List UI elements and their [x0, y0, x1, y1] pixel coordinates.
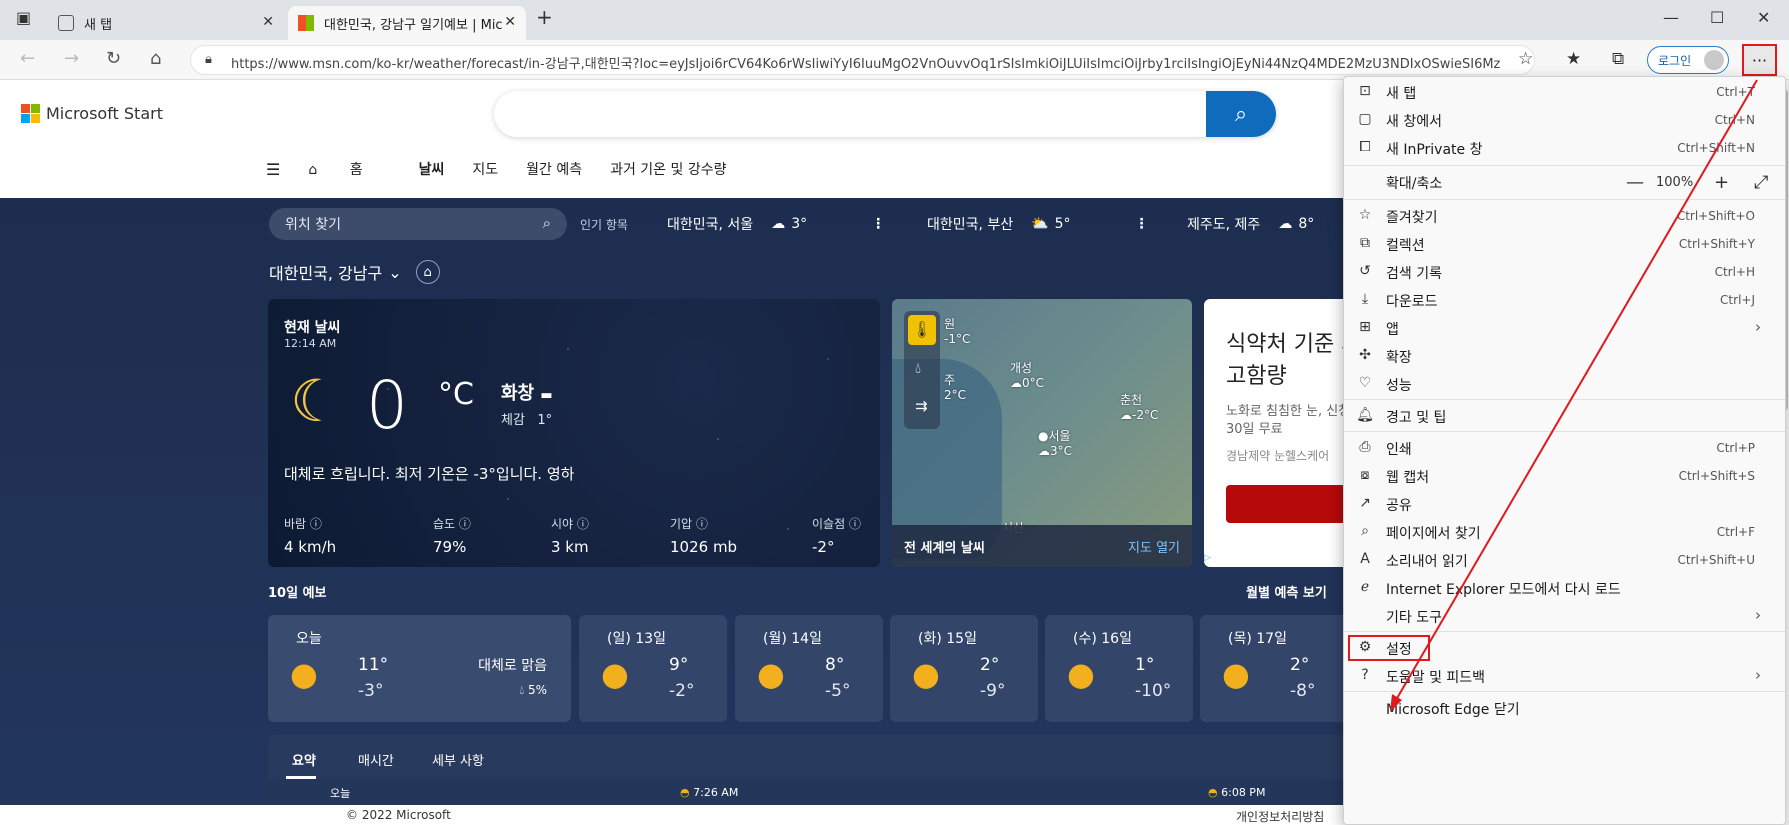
annotation-arrow	[1390, 79, 1758, 712]
